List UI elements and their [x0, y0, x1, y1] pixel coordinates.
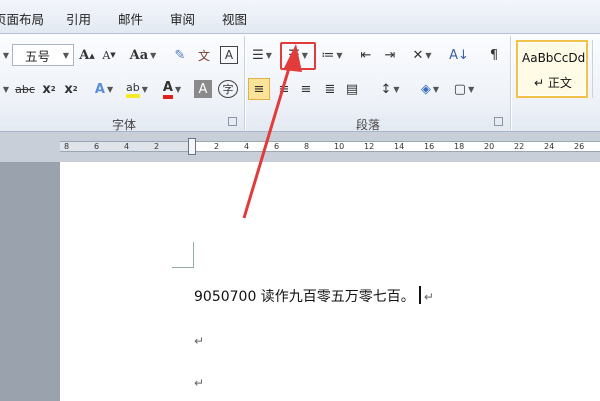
annotation-arrow-head [283, 44, 302, 72]
annotation-arrow [242, 44, 302, 219]
annotation-arrow-shaft [242, 57, 294, 219]
